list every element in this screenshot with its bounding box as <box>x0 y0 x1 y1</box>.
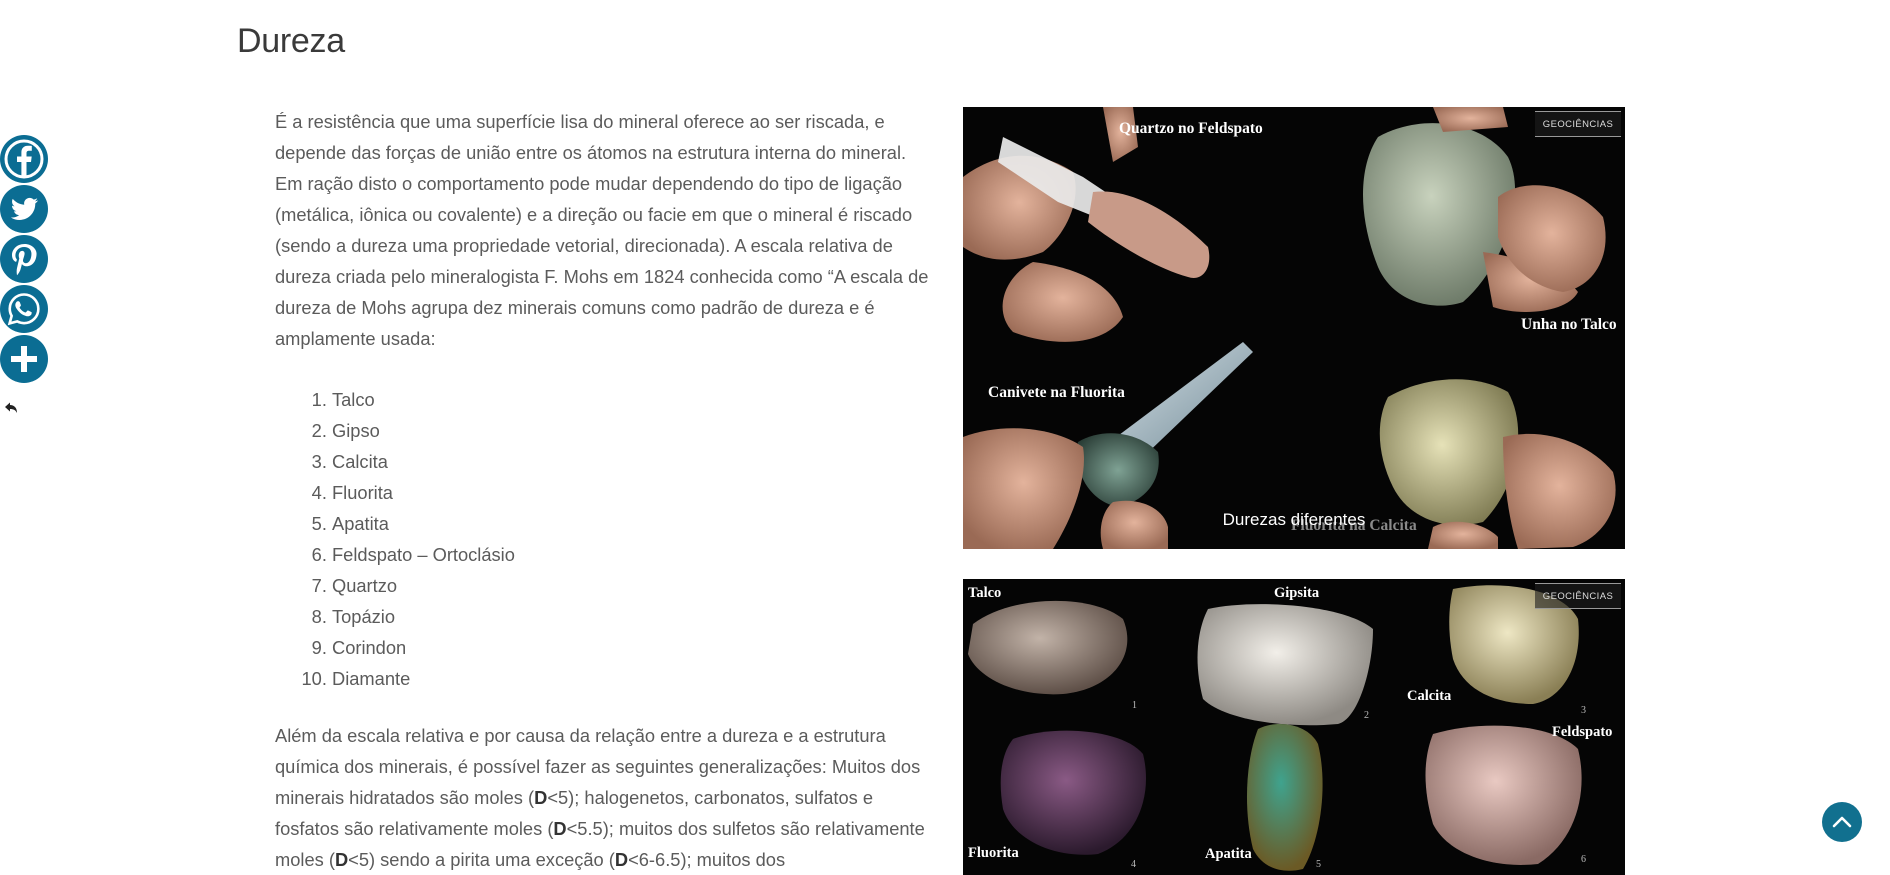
outro-text: <5) sendo a pirita uma exceção ( <box>348 849 615 870</box>
pinterest-share-button[interactable] <box>0 235 48 283</box>
list-item: Talco <box>332 384 935 415</box>
list-item: Feldspato – Ortoclásio <box>332 539 935 570</box>
outro-text: <6-6.5); muitos dos <box>628 849 786 870</box>
list-item: Topázio <box>332 601 935 632</box>
twitter-share-button[interactable] <box>0 185 48 233</box>
list-item: Corindon <box>332 632 935 663</box>
hardness-symbol: D <box>614 849 629 870</box>
mineral-label-apatita: Apatita <box>1205 846 1252 862</box>
mineral-label-gipsita: Gipsita <box>1274 585 1320 601</box>
hardness-symbol: D <box>553 818 567 839</box>
scroll-to-top-button[interactable] <box>1822 802 1862 842</box>
social-share-bar <box>0 135 50 385</box>
mineral-label-calcita: Calcita <box>1407 688 1452 704</box>
list-item: Fluorita <box>332 477 935 508</box>
list-item: Quartzo <box>332 570 935 601</box>
intro-paragraph: É a resistência que uma superfície lisa … <box>275 111 929 349</box>
article-text: É a resistência que uma superfície lisa … <box>275 106 935 875</box>
mineral-samples-photo[interactable]: Talco 1 Gipsita 2 Calcita 3 Fluorita 4 A… <box>963 579 1625 875</box>
mineral-number: 2 <box>1364 710 1369 721</box>
plus-icon <box>11 346 37 372</box>
photo-caption: Durezas diferentes <box>1222 510 1366 529</box>
hardness-symbol: D <box>534 787 548 808</box>
generalizations-paragraph: Além da escala relativa e por causa da r… <box>275 720 935 875</box>
geociencias-watermark: GEOCIÊNCIAS <box>1535 111 1621 137</box>
facebook-share-button[interactable] <box>0 135 48 183</box>
hide-share-bar-icon[interactable] <box>4 401 18 415</box>
mineral-number: 4 <box>1131 859 1136 870</box>
list-item: Gipso <box>332 415 935 446</box>
mineral-label-feldspato: Feldspato <box>1552 724 1613 740</box>
photo-label-nail: Unha no Talco <box>1521 316 1617 333</box>
hardness-test-photo[interactable]: Quartzo no Feldspato Unha no Talco Caniv… <box>963 107 1625 549</box>
list-item: Calcita <box>332 446 935 477</box>
mineral-label-fluorita: Fluorita <box>968 845 1019 861</box>
list-item: Apatita <box>332 508 935 539</box>
list-item: Diamante <box>332 663 935 694</box>
more-share-button[interactable] <box>0 335 48 383</box>
mineral-number: 1 <box>1132 700 1137 711</box>
mineral-number: 6 <box>1581 854 1586 865</box>
pinterest-icon <box>12 244 37 276</box>
mineral-samples-illustration <box>968 585 1582 871</box>
page: Dureza É a resistência que uma superfíci… <box>0 0 1890 875</box>
mineral-label-talco: Talco <box>968 585 1002 601</box>
chevron-up-icon <box>1832 816 1852 828</box>
whatsapp-share-button[interactable] <box>0 285 48 333</box>
section-title: Dureza <box>237 22 345 60</box>
photo-label-knife: Canivete na Fluorita <box>988 384 1125 401</box>
mineral-number: 5 <box>1316 859 1321 870</box>
whatsapp-icon <box>7 293 40 326</box>
hardness-symbol: D <box>334 849 349 870</box>
mohs-scale-list: Talco Gipso Calcita Fluorita Apatita Fel… <box>275 384 935 694</box>
photo-label-quartz: Quartzo no Feldspato <box>1119 120 1263 137</box>
twitter-icon <box>10 197 39 220</box>
geociencias-watermark: GEOCIÊNCIAS <box>1535 583 1621 609</box>
facebook-icon <box>4 139 44 179</box>
mineral-number: 3 <box>1581 705 1586 716</box>
